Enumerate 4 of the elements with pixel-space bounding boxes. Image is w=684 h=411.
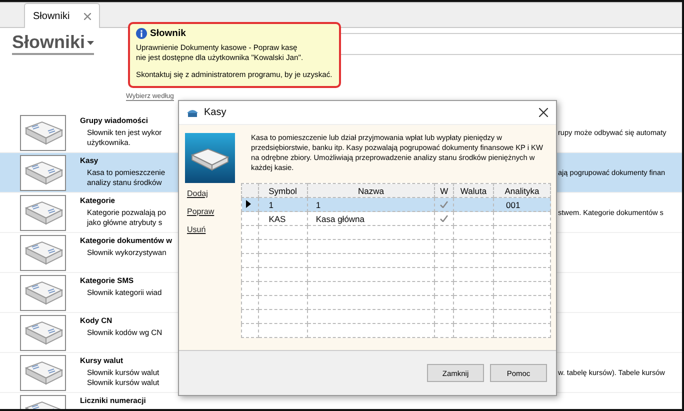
tooltip-title: Słownik — [150, 28, 186, 39]
table-cell: Kasa główna — [307, 212, 435, 226]
table-cell: KAS — [258, 212, 308, 226]
dialog-title: Kasy — [204, 107, 228, 118]
